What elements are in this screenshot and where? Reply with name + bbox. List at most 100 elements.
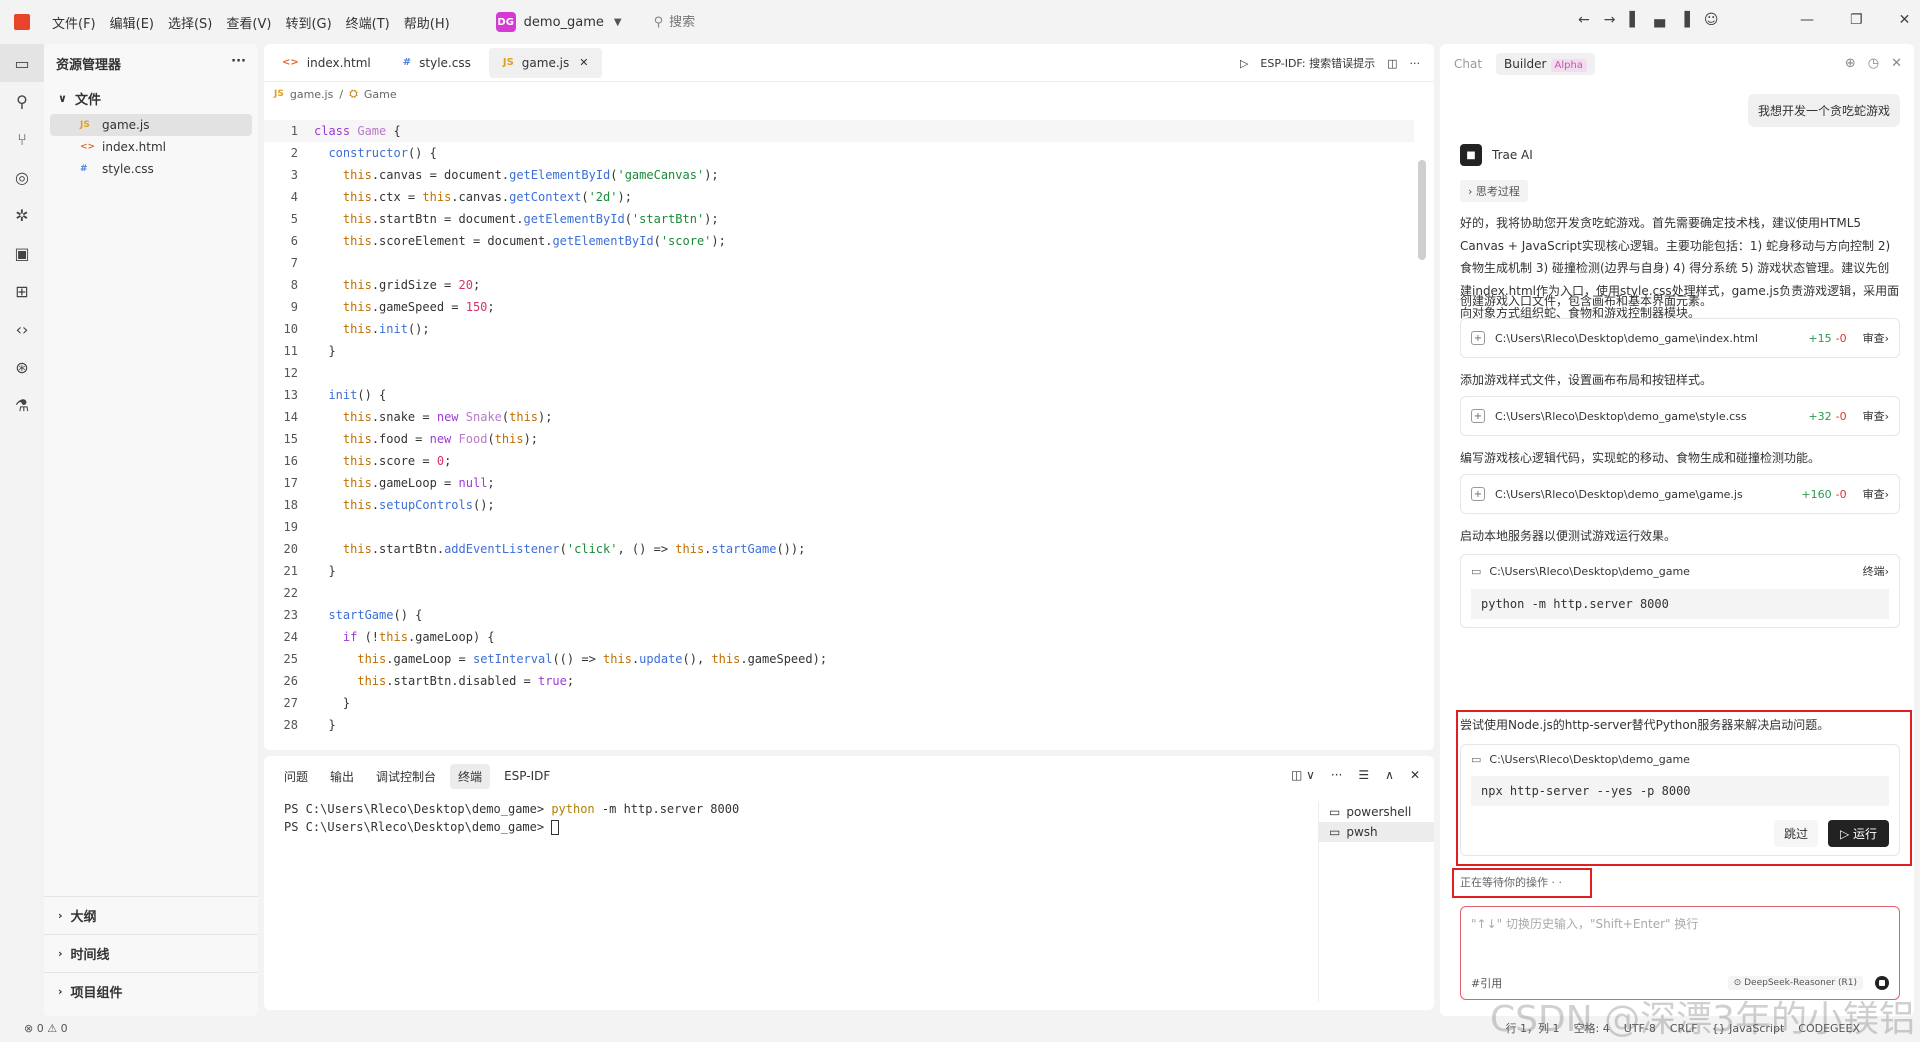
close-chat-icon[interactable]: ✕: [1891, 56, 1902, 71]
forward-arrow-icon[interactable]: →: [1604, 12, 1616, 28]
skip-button[interactable]: 跳过: [1773, 820, 1818, 847]
back-arrow-icon[interactable]: ←: [1578, 12, 1590, 28]
run-button[interactable]: ▷ 运行: [1827, 820, 1889, 847]
toggle-sidebar-icon[interactable]: ▌: [1629, 12, 1640, 28]
split-editor-icon[interactable]: ◫: [1387, 57, 1397, 70]
maximize-panel-icon[interactable]: ∧: [1385, 768, 1394, 782]
code-line: 11 }: [264, 340, 1414, 362]
stop-button[interactable]: [1875, 976, 1889, 990]
codegeex-status[interactable]: CODEGEEX: [1798, 1022, 1860, 1035]
timeline-section[interactable]: › 时间线: [44, 934, 258, 972]
tab-game-js[interactable]: JS game.js ✕: [488, 47, 603, 78]
run-icon[interactable]: ▷: [1240, 57, 1248, 70]
menu-select[interactable]: 选择(S): [168, 13, 212, 32]
more-actions-icon[interactable]: ···: [1331, 768, 1342, 782]
chevron-down-icon: ∨: [58, 92, 67, 105]
terminal-output[interactable]: PS C:\Users\Rleco\Desktop\demo_game> pyt…: [284, 800, 739, 836]
model-selector[interactable]: ⊙ DeepSeek-Reasoner (R1): [1727, 976, 1863, 990]
close-panel-icon[interactable]: ✕: [1410, 768, 1420, 782]
menu-edit[interactable]: 编辑(E): [110, 13, 154, 32]
tab-debug-console[interactable]: 调试控制台: [368, 764, 444, 789]
tab-builder[interactable]: Builder Alpha: [1496, 53, 1595, 75]
breadcrumb-file[interactable]: game.js: [290, 88, 334, 101]
test-icon[interactable]: ⚗: [0, 386, 44, 424]
settings-icon[interactable]: ☰: [1358, 768, 1369, 782]
code-line: 4 this.ctx = this.canvas.getContext('2d'…: [264, 186, 1414, 208]
tab-index-html[interactable]: <> index.html: [268, 48, 385, 78]
files-section-header[interactable]: ∨ 文件: [44, 83, 258, 114]
split-terminal-icon[interactable]: ◫ ∨: [1291, 768, 1315, 782]
more-actions-icon[interactable]: ···: [1410, 57, 1421, 70]
file-change-card-style[interactable]: + C:\Users\Rleco\Desktop\demo_game\style…: [1460, 396, 1900, 436]
file-change-card-index[interactable]: + C:\Users\Rleco\Desktop\demo_game\index…: [1460, 318, 1900, 358]
code-line: 14 this.snake = new Snake(this);: [264, 406, 1414, 428]
cursor-position[interactable]: 行 1，列 1: [1506, 1020, 1560, 1036]
terminal-icon: ▭: [1471, 753, 1482, 766]
code-icon[interactable]: ‹›: [0, 310, 44, 348]
search-box[interactable]: ⚲: [654, 14, 790, 30]
breadcrumb-symbol[interactable]: Game: [364, 88, 397, 101]
tab-output[interactable]: 输出: [322, 764, 362, 789]
line-ending[interactable]: CRLF: [1670, 1022, 1698, 1035]
line-number: 5: [290, 212, 298, 226]
menu-view[interactable]: 查看(V): [226, 13, 271, 32]
file-item-indexhtml[interactable]: <> index.html: [50, 136, 252, 158]
ai-name: Trae AI: [1492, 148, 1533, 162]
history-icon[interactable]: ◷: [1868, 56, 1879, 71]
toggle-panel-icon[interactable]: ▄: [1654, 12, 1665, 28]
tab-problems[interactable]: 问题: [276, 764, 316, 789]
review-button[interactable]: 审查: [1863, 330, 1885, 346]
debug-icon[interactable]: ✲: [0, 196, 44, 234]
source-control-icon[interactable]: ⑂: [0, 120, 44, 158]
problems-indicator[interactable]: ⊗ 0 ⚠ 0: [24, 1022, 68, 1035]
indentation[interactable]: 空格: 4: [1574, 1020, 1610, 1036]
search-input[interactable]: [669, 14, 790, 30]
menu-file[interactable]: 文件(F): [52, 13, 96, 32]
line-number: 1: [290, 124, 298, 138]
outline-section[interactable]: › 大纲: [44, 896, 258, 934]
extensions-icon[interactable]: ⊞: [0, 272, 44, 310]
menu-terminal[interactable]: 终端(T): [346, 13, 390, 32]
language-mode[interactable]: {} JavaScript: [1712, 1022, 1785, 1035]
search-icon[interactable]: ⚲: [0, 82, 44, 120]
more-actions-icon[interactable]: ···: [231, 54, 246, 73]
code-text: this.food = new Food(this);: [342, 432, 539, 446]
review-button[interactable]: 审查: [1863, 486, 1885, 502]
review-button[interactable]: 审查: [1863, 408, 1885, 424]
explorer-icon[interactable]: ▭: [0, 44, 44, 82]
file-change-card-game[interactable]: + C:\Users\Rleco\Desktop\demo_game\game.…: [1460, 474, 1900, 514]
reference-button[interactable]: #引用: [1471, 975, 1502, 991]
thinking-toggle[interactable]: › 思考过程: [1460, 180, 1528, 202]
remote-explorer-icon[interactable]: ▣: [0, 234, 44, 272]
tab-terminal[interactable]: 终端: [450, 763, 491, 789]
close-tab-icon[interactable]: ✕: [579, 56, 588, 69]
restore-icon[interactable]: ❐: [1850, 12, 1863, 28]
project-switcher[interactable]: DG demo_game ▼: [488, 8, 630, 36]
breadcrumb: JS game.js / ⛭ Game: [274, 87, 397, 101]
minimize-icon[interactable]: —: [1800, 12, 1814, 28]
menu-help[interactable]: 帮助(H): [404, 13, 450, 32]
close-window-icon[interactable]: ✕: [1899, 12, 1911, 28]
stop-icon: [1879, 980, 1885, 986]
editor-scrollbar[interactable]: [1418, 160, 1426, 260]
esp-idf-search-button[interactable]: ESP-IDF: 搜索错误提示: [1260, 55, 1375, 71]
chat-input[interactable]: "↑↓" 切换历史输入，"Shift+Enter" 换行 #引用 ⊙ DeepS…: [1460, 906, 1900, 1000]
code-editor[interactable]: 1 class Game {2 constructor() {3 this.can…: [264, 120, 1414, 750]
chevron-right-icon: ›: [58, 947, 63, 960]
account-icon[interactable]: ☺: [1704, 12, 1719, 28]
toggle-aux-bar-icon[interactable]: ▐: [1679, 12, 1690, 28]
new-chat-icon[interactable]: ⊕: [1845, 56, 1856, 71]
remote-icon[interactable]: ◎: [0, 158, 44, 196]
open-terminal-link[interactable]: 终端: [1863, 563, 1885, 579]
terminal-item-pwsh[interactable]: ▭ pwsh: [1319, 822, 1434, 842]
file-item-gamejs[interactable]: JS game.js: [50, 114, 252, 136]
encoding[interactable]: UTF-8: [1624, 1022, 1656, 1035]
tab-style-css[interactable]: # style.css: [389, 48, 485, 78]
tab-esp-idf[interactable]: ESP-IDF: [496, 765, 558, 787]
idf-icon[interactable]: ⊛: [0, 348, 44, 386]
tab-chat[interactable]: Chat: [1454, 57, 1482, 71]
menu-goto[interactable]: 转到(G): [285, 13, 331, 32]
file-item-stylecss[interactable]: # style.css: [50, 158, 252, 180]
project-components-section[interactable]: › 项目组件: [44, 972, 258, 1010]
terminal-item-powershell[interactable]: ▭ powershell: [1319, 802, 1434, 822]
